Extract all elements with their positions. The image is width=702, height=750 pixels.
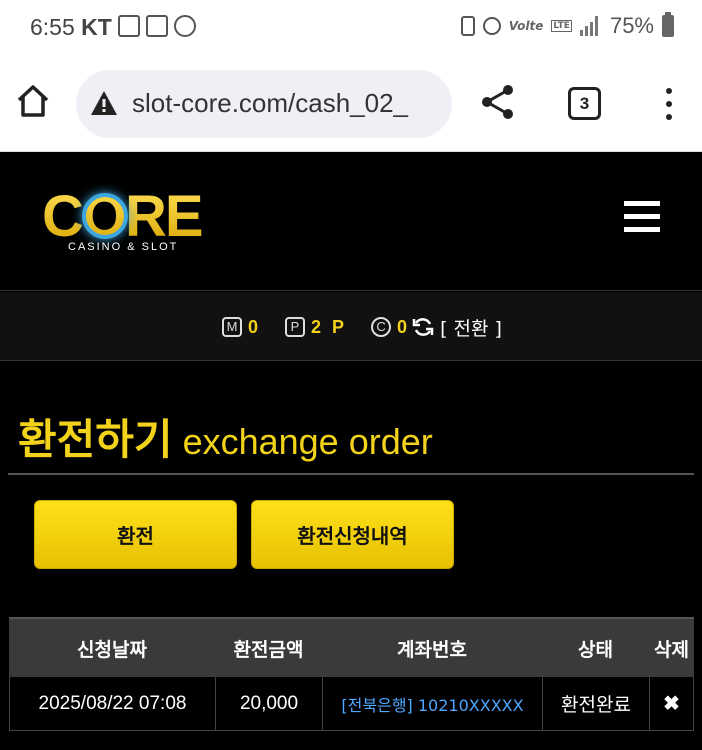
site-header: CORE CASINO & SLOT bbox=[0, 153, 702, 291]
signal-icon bbox=[579, 16, 602, 36]
column-header-amount: 환전금액 bbox=[233, 638, 304, 661]
image-icon bbox=[118, 15, 140, 37]
convert-link[interactable]: [ 전환 ] bbox=[440, 314, 502, 341]
tab-switcher-button[interactable]: 3 bbox=[568, 87, 601, 120]
page-title-english: exchange order bbox=[182, 421, 433, 462]
title-divider bbox=[8, 473, 694, 475]
delete-row-button[interactable]: ✖ bbox=[649, 677, 694, 730]
battery-icon bbox=[662, 12, 674, 37]
logo-subtitle: CASINO & SLOT bbox=[68, 241, 179, 253]
logo-ring-icon bbox=[82, 193, 128, 239]
table-header: 신청날짜 환전금액 계좌번호 상태 삭제 bbox=[9, 617, 694, 677]
exchange-table: 신청날짜 환전금액 계좌번호 상태 삭제 2025/08/22 07:08 20… bbox=[9, 617, 694, 731]
chart-search-icon bbox=[146, 15, 168, 37]
more-menu-icon[interactable] bbox=[664, 86, 674, 122]
column-header-status: 상태 bbox=[578, 638, 613, 661]
coin-badge-icon: C bbox=[371, 317, 392, 337]
exchange-button[interactable]: 환전 bbox=[34, 500, 237, 569]
point-balance: 2 P bbox=[311, 316, 348, 337]
table-row: 2025/08/22 07:08 20,000 [전북은행] 10210XXXX… bbox=[9, 677, 694, 731]
row-account: [전북은행] 10210XXXXX bbox=[322, 677, 542, 730]
alarm-icon bbox=[174, 15, 196, 37]
address-bar[interactable]: slot-core.com/cash_02_ bbox=[76, 70, 452, 138]
notification-icons bbox=[118, 15, 196, 37]
site-logo[interactable]: CORE CASINO & SLOT bbox=[40, 183, 210, 263]
row-date: 2025/08/22 07:08 bbox=[9, 677, 215, 730]
url-text[interactable]: slot-core.com/cash_02_ bbox=[132, 88, 442, 119]
browser-toolbar: slot-core.com/cash_02_ 3 bbox=[0, 56, 702, 152]
hamburger-menu-icon[interactable] bbox=[624, 201, 660, 233]
share-icon[interactable] bbox=[480, 84, 516, 120]
status-right: Volte LTE 75% bbox=[460, 12, 674, 39]
balance-bar: M 0 P 2 P C 0 [ 전환 ] bbox=[0, 292, 702, 361]
page-title: 환전하기 exchange order bbox=[18, 406, 433, 467]
volte-icon: Volte bbox=[508, 19, 544, 33]
balance-group: M 0 P 2 P C 0 [ 전환 ] bbox=[222, 314, 502, 341]
refresh-icon[interactable] bbox=[412, 316, 434, 338]
warning-icon[interactable] bbox=[90, 90, 118, 116]
coin-balance: 0 bbox=[397, 316, 411, 337]
page-title-korean: 환전하기 bbox=[18, 415, 173, 464]
vibrate-icon bbox=[460, 16, 475, 36]
status-time: 6:55 KT bbox=[30, 14, 112, 40]
row-amount: 20,000 bbox=[215, 677, 322, 730]
money-badge-icon: M bbox=[222, 317, 242, 337]
column-header-account: 계좌번호 bbox=[397, 638, 467, 661]
column-header-date: 신청날짜 bbox=[77, 638, 147, 661]
point-badge-icon: P bbox=[285, 317, 306, 337]
column-header-delete: 삭제 bbox=[654, 638, 689, 661]
lte-icon: LTE bbox=[551, 20, 572, 32]
battery-percent: 75% bbox=[609, 13, 654, 38]
status-bar: 6:55 KT Volte LTE 75% bbox=[0, 0, 702, 56]
close-icon[interactable]: ✖ bbox=[663, 691, 680, 716]
exchange-history-button[interactable]: 환전신청내역 bbox=[251, 500, 454, 569]
home-icon[interactable] bbox=[16, 84, 50, 118]
row-status: 환전완료 bbox=[542, 677, 649, 730]
alarm-icon bbox=[482, 17, 501, 35]
money-balance: 0 bbox=[248, 316, 262, 337]
